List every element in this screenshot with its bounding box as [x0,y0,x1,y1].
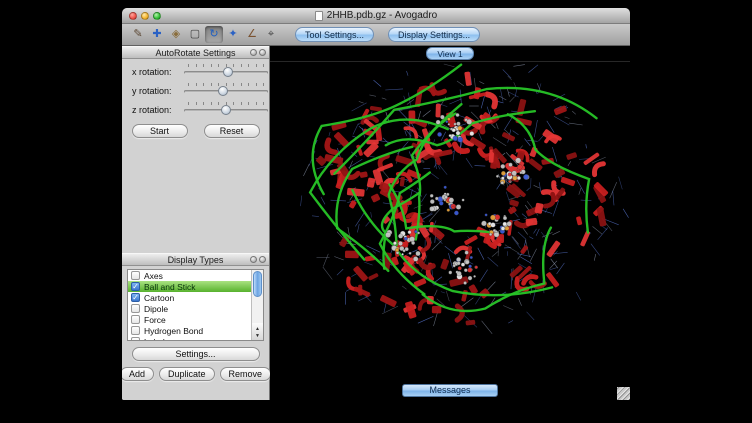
toolbar-tools: ✎✚◈▢↻✦∠⌖ [129,26,281,43]
window-title-text: 2HHB.pdb.gz - Avogadro [327,10,437,21]
display-type-row[interactable]: Force [128,314,251,325]
scroll-down-icon[interactable]: ▼ [255,333,260,340]
remove-display-type-button[interactable]: Remove [220,367,272,381]
rotation-slider-row: x rotation: [122,62,269,81]
resize-grip-icon[interactable] [617,387,630,400]
display-type-row[interactable]: Label [128,336,251,340]
autorotate-buttons: Start Reset [122,124,269,138]
display-types-header: Display Types [122,253,269,266]
viewport [270,62,630,380]
toolbar: ✎✚◈▢↻✦∠⌖ Tool Settings... Display Settin… [122,24,630,46]
autorotate-panel-header: AutoRotate Settings [122,46,269,59]
display-type-checkbox[interactable] [131,337,140,340]
title-bar[interactable]: 2HHB.pdb.gz - Avogadro [122,8,630,24]
window-title: 2HHB.pdb.gz - Avogadro [315,10,437,21]
display-type-label: Axes [144,271,163,281]
measure-tool[interactable]: ∠ [243,26,261,43]
messages-button[interactable]: Messages [402,384,498,397]
main-view: View 1 Messages [270,46,630,400]
float-panel-icon[interactable] [250,49,257,56]
autorotate-sliders: x rotation: y rotation: z rotation: [122,59,269,119]
display-settings-button[interactable]: Display Settings... [388,27,480,42]
sidebar: AutoRotate Settings x rotation: y rotatio… [122,46,270,400]
display-type-label: Force [144,315,166,325]
rotation-slider[interactable] [184,83,268,98]
reset-button[interactable]: Reset [204,124,260,138]
display-type-checkbox[interactable] [131,326,140,335]
display-types-panel: Display Types Axes ✓ Ball and Stick ✓ Cartoo… [122,253,269,381]
view-tab-bar: View 1 [270,46,630,62]
display-type-actions: Add Duplicate Remove [122,367,269,381]
slider-thumb[interactable] [218,86,228,96]
window-content: AutoRotate Settings x rotation: y rotatio… [122,46,630,400]
scrollbar-arrows: ▲ ▼ [252,323,263,340]
slider-thumb[interactable] [223,67,233,77]
navigate-tool[interactable]: ✚ [148,26,166,43]
display-type-checkbox[interactable]: ✓ [131,293,140,302]
display-type-list: Axes ✓ Ball and Stick ✓ CartoonDipoleForceHy… [128,270,251,340]
display-type-label: Hydrogen Bond [144,326,203,336]
display-type-row[interactable]: Dipole [128,303,251,314]
slider-label: x rotation: [132,67,182,77]
add-display-type-button[interactable]: Add [122,367,154,381]
display-type-checkbox[interactable]: ✓ [131,282,140,291]
view-tab[interactable]: View 1 [426,47,473,60]
display-type-row[interactable]: ✓ Ball and Stick [128,281,251,292]
autorotate-tool[interactable]: ↻ [205,26,223,43]
display-type-row[interactable]: ✓ Cartoon [128,292,251,303]
window-controls [129,12,161,20]
display-type-checkbox[interactable] [131,304,140,313]
document-icon [315,11,323,21]
manipulate-tool[interactable]: ◈ [167,26,185,43]
messages-bar: Messages [270,380,630,400]
autorotate-panel-title: AutoRotate Settings [155,48,235,58]
display-type-row[interactable]: Axes [128,270,251,281]
minimize-button[interactable] [141,12,149,20]
display-type-settings-button[interactable]: Settings... [132,347,260,361]
display-type-checkbox[interactable] [131,315,140,324]
start-button[interactable]: Start [132,124,188,138]
display-type-row[interactable]: Hydrogen Bond [128,325,251,336]
rotation-slider-row: y rotation: [122,81,269,100]
close-button[interactable] [129,12,137,20]
slider-thumb[interactable] [221,105,231,115]
autooptimize-tool[interactable]: ✦ [224,26,242,43]
slider-ticks [188,83,264,86]
duplicate-display-type-button[interactable]: Duplicate [159,367,215,381]
display-type-label: Ball and Stick [144,282,196,292]
display-type-label: Label [144,337,165,341]
display-type-label: Dipole [144,304,168,314]
close-panel-icon[interactable] [259,256,266,263]
display-type-label: Cartoon [144,293,174,303]
molecule-canvas[interactable] [270,62,630,380]
rotation-slider[interactable] [184,64,268,79]
rotation-slider-row: z rotation: [122,100,269,119]
zoom-button[interactable] [153,12,161,20]
close-panel-icon[interactable] [259,49,266,56]
selection-tool[interactable]: ▢ [186,26,204,43]
display-type-listbox: Axes ✓ Ball and Stick ✓ CartoonDipoleForceHy… [127,269,264,341]
align-tool[interactable]: ⌖ [262,26,280,43]
display-types-title: Display Types [168,255,224,265]
scroll-up-icon[interactable]: ▲ [255,326,260,333]
tool-settings-button[interactable]: Tool Settings... [295,27,374,42]
slider-label: y rotation: [132,86,182,96]
avogadro-window: 2HHB.pdb.gz - Avogadro ✎✚◈▢↻✦∠⌖ Tool Set… [122,8,630,400]
panel-controls [250,256,266,263]
rotation-slider[interactable] [184,102,268,117]
draw-tool[interactable]: ✎ [129,26,147,43]
float-panel-icon[interactable] [250,256,257,263]
display-type-checkbox[interactable] [131,271,140,280]
display-list-scrollbar[interactable]: ▲ ▼ [251,270,263,340]
panel-controls [250,49,266,56]
slider-label: z rotation: [132,105,182,115]
scrollbar-thumb[interactable] [253,271,262,297]
